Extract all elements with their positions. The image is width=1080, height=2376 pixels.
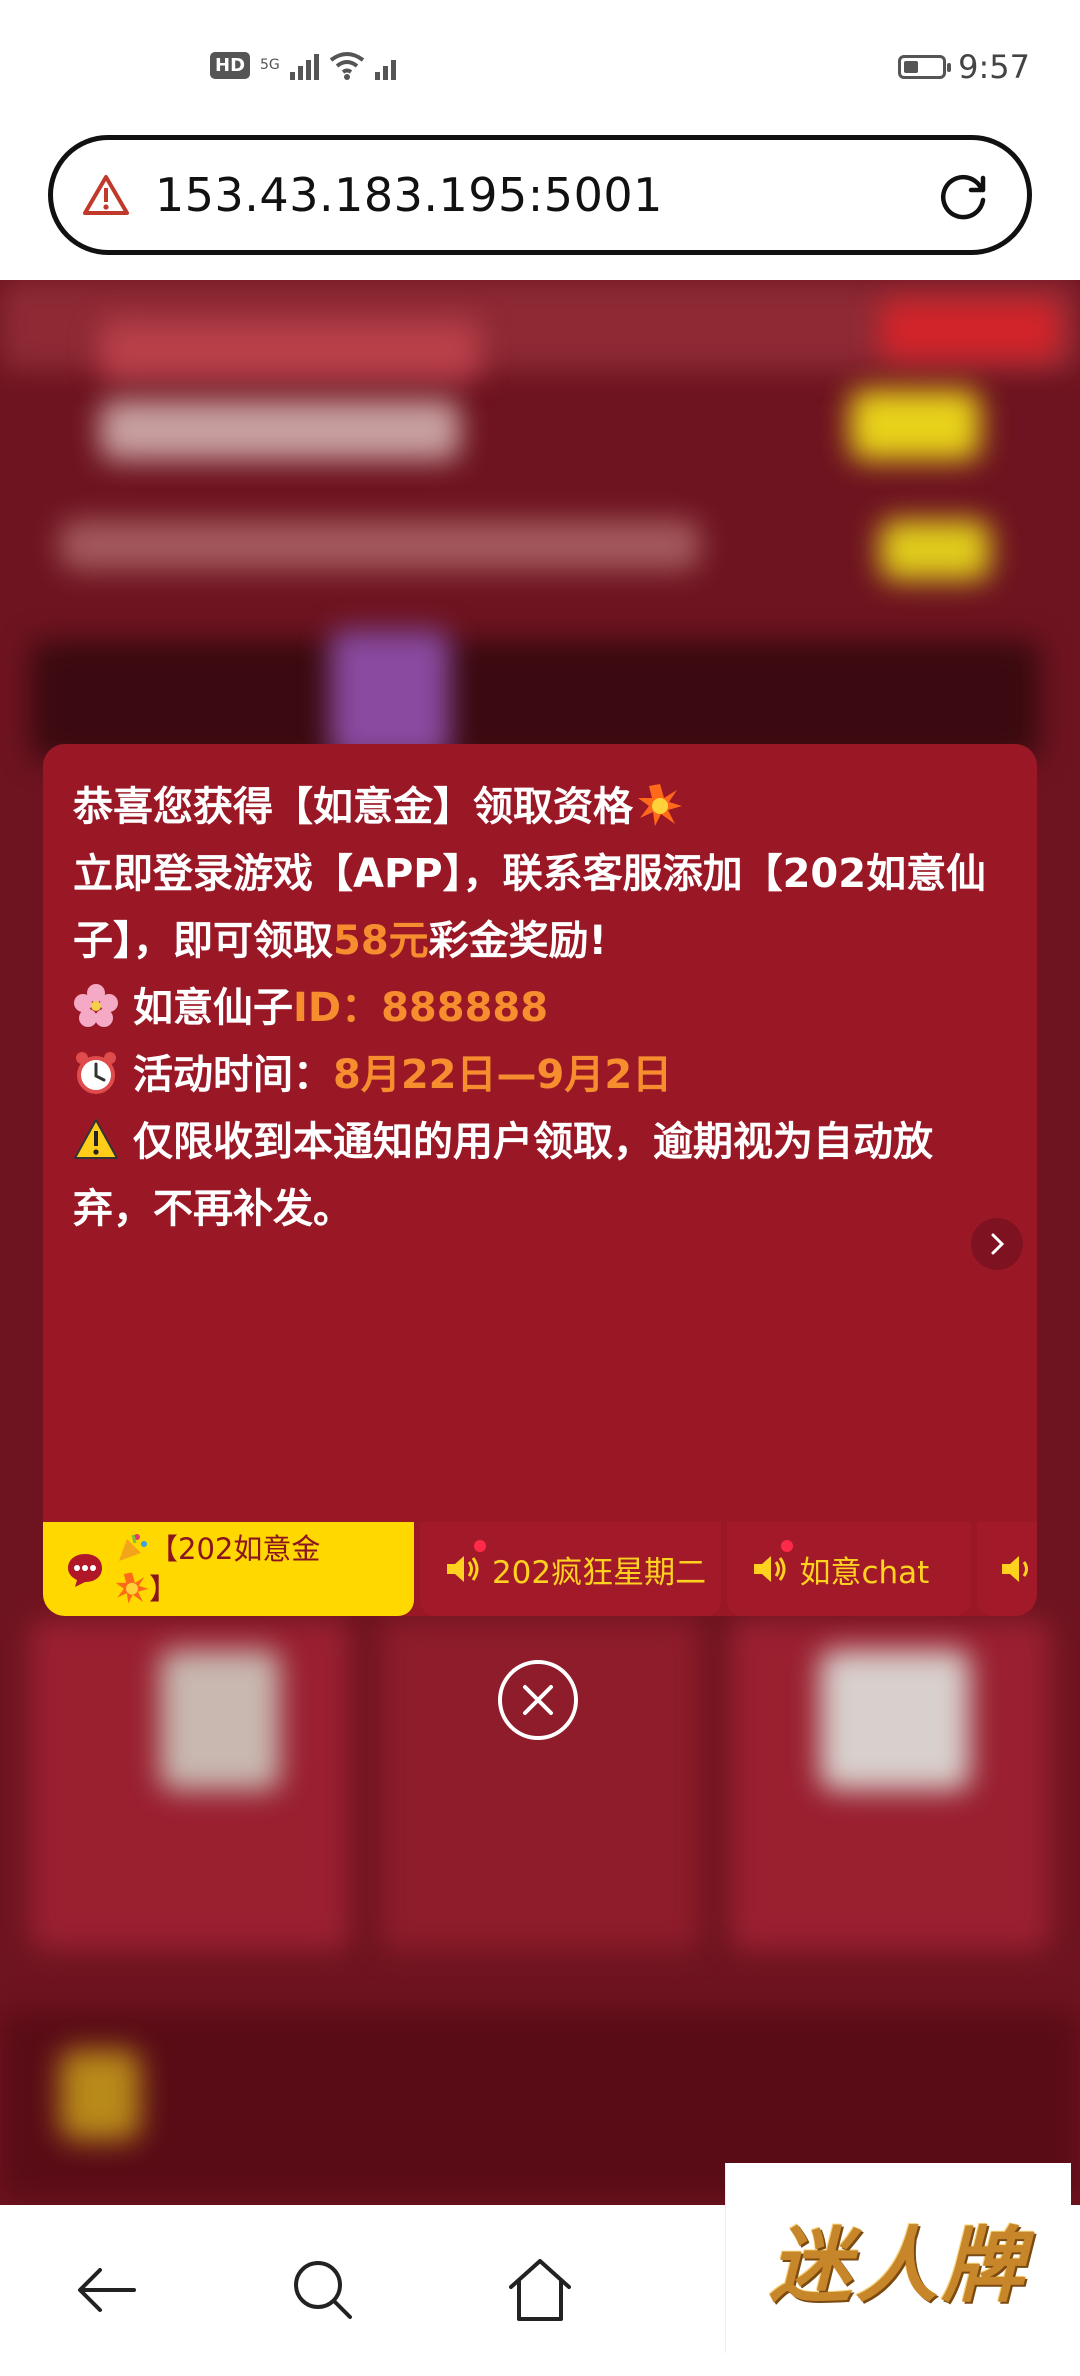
back-arrow-icon[interactable]	[72, 2255, 142, 2325]
warning-triangle-icon[interactable]	[83, 174, 129, 216]
hd-badge: HD	[210, 51, 251, 79]
tab-ruyi-chat[interactable]: 如意chat	[727, 1522, 972, 1616]
chevron-right-icon[interactable]	[986, 1231, 1008, 1257]
tab-more[interactable]	[977, 1522, 1037, 1616]
url-text[interactable]: 153.43.183.195:5001	[155, 168, 663, 222]
tab-ruyi-gold[interactable]: 【202如意金 】	[43, 1522, 414, 1616]
unread-dot	[781, 1540, 794, 1552]
alarm-clock-icon	[76, 1052, 116, 1094]
message-line-3: 如意仙子ID：888888	[73, 975, 1003, 1042]
battery-icon	[898, 55, 952, 79]
brand-watermark-text: 迷人牌	[769, 2217, 1028, 2314]
reward-amount: 58元	[333, 918, 429, 964]
next-arrow-button[interactable]	[971, 1218, 1023, 1270]
cherry-blossom-icon	[74, 984, 118, 1027]
message-line-4: 活动时间：8月22日—9月2日	[73, 1042, 1003, 1109]
explosion-emoji-icon	[638, 784, 682, 826]
explosion-small-icon	[115, 1572, 149, 1604]
home-icon[interactable]	[505, 2255, 575, 2325]
warning-emoji-icon	[74, 1119, 118, 1159]
speaker-icon	[754, 1556, 786, 1582]
notice-tabs: 【202如意金 】 202疯狂星期二 如意chat	[43, 1522, 1037, 1616]
chat-bubble-icon	[68, 1554, 102, 1587]
speaker-icon	[446, 1556, 479, 1582]
status-right: 9:57	[898, 48, 1030, 86]
status-left: HD 5G	[210, 50, 396, 80]
reload-icon[interactable]	[935, 168, 991, 224]
signal-2-icon	[374, 50, 396, 80]
tab-crazy-tuesday[interactable]: 202疯狂星期二	[419, 1522, 722, 1616]
status-bar: HD 5G 9:57	[0, 0, 1080, 135]
clock: 9:57	[958, 48, 1030, 86]
close-icon[interactable]	[521, 1683, 555, 1717]
fairy-id: 888888	[381, 985, 549, 1031]
wifi-icon	[329, 52, 364, 80]
brand-watermark: 迷人牌	[725, 2163, 1071, 2353]
popup-message: 恭喜您获得【如意金】领取资格 立即登录游戏【APP】，联系客服添加【202如意仙…	[73, 774, 1003, 1243]
message-line-2: 立即登录游戏【APP】，联系客服添加【202如意仙子】，即可领取58元彩金奖励!	[73, 851, 987, 964]
unread-dot	[473, 1540, 486, 1552]
search-icon[interactable]	[288, 2255, 358, 2325]
message-line-1: 恭喜您获得【如意金】领取资格	[73, 774, 1003, 841]
message-line-5: 仅限收到本通知的用户领取，逾期视为自动放弃，不再补发。	[73, 1119, 933, 1232]
address-bar[interactable]: 153.43.183.195:5001	[48, 135, 1032, 255]
party-popper-icon	[119, 1534, 147, 1561]
speaker-icon	[1002, 1556, 1029, 1582]
notification-popup: 恭喜您获得【如意金】领取资格 立即登录游戏【APP】，联系客服添加【202如意仙…	[43, 744, 1037, 1616]
signal-icon	[289, 50, 319, 80]
activity-dates: 8月22日—9月2日	[333, 1052, 673, 1098]
close-popup-button[interactable]	[498, 1660, 578, 1740]
network-type: 5G	[260, 57, 280, 73]
